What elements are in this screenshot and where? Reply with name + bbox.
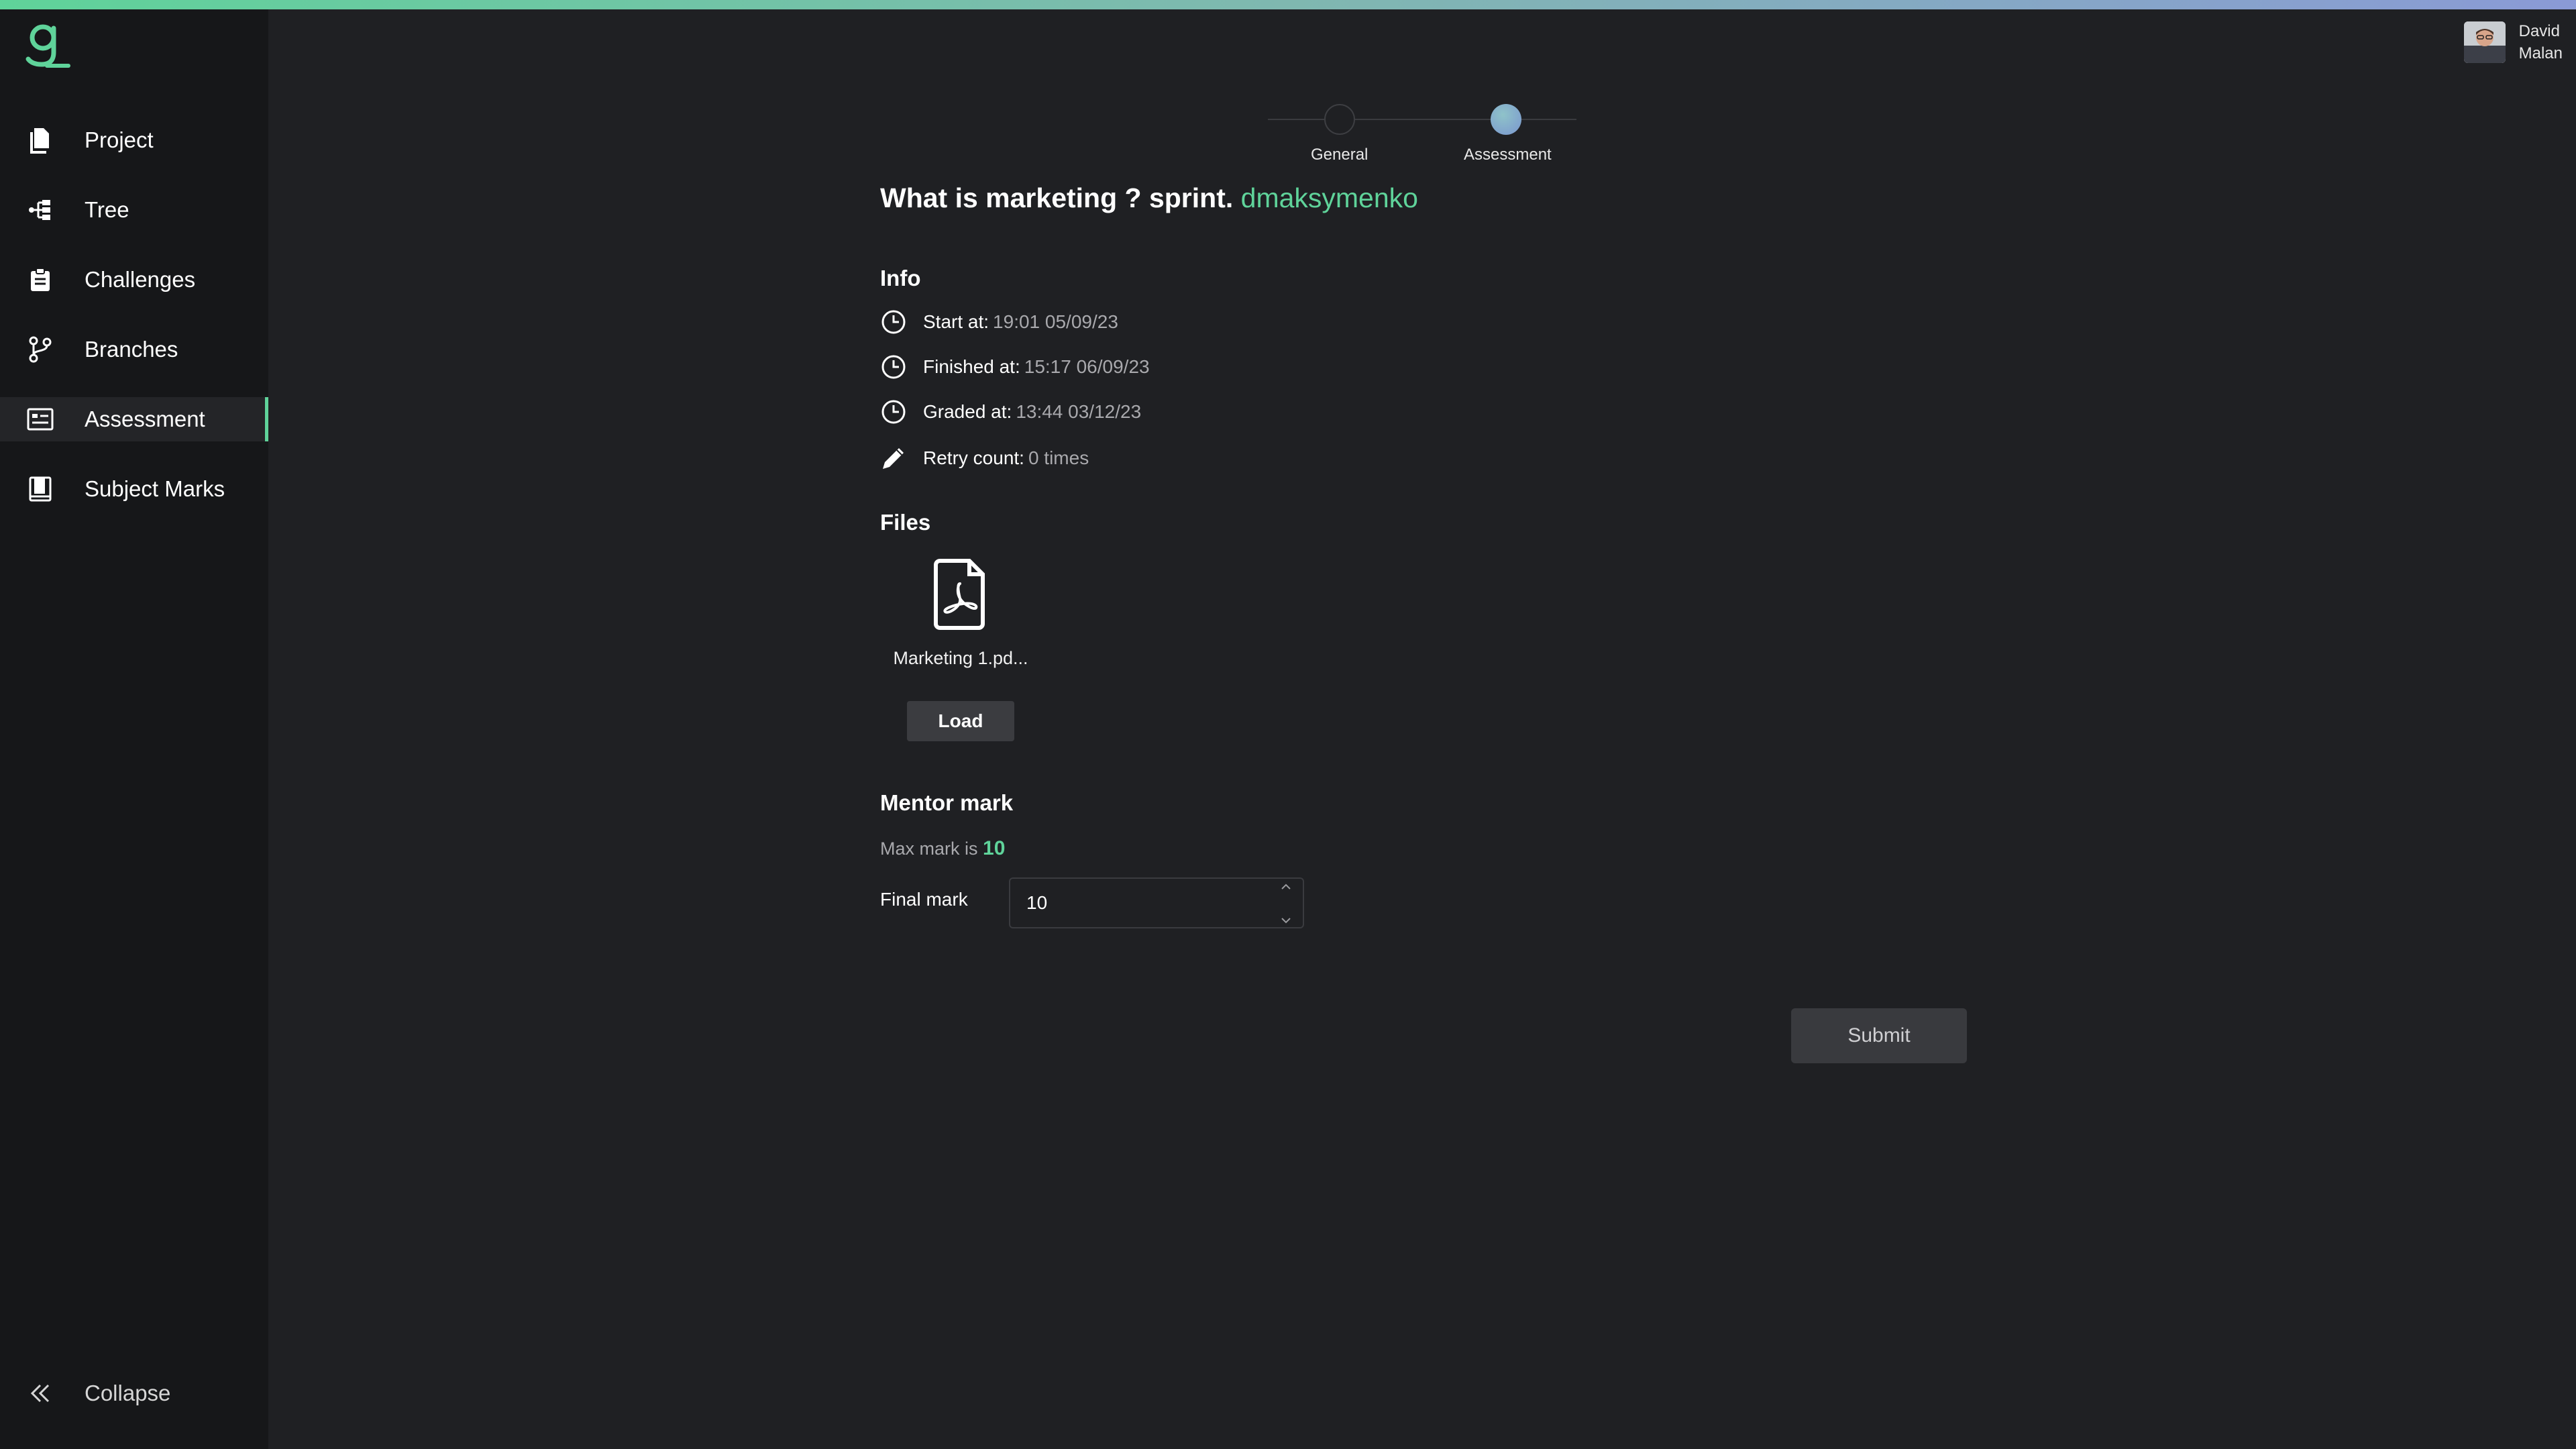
sidebar-item-label: Branches [85,337,178,362]
sidebar-item-label: Assessment [85,407,205,431]
user-last-name: Malan [2518,44,2563,62]
collapse-button[interactable]: Collapse [0,1371,268,1415]
final-mark-input[interactable] [1026,892,1268,914]
step-connector [1355,119,1491,120]
final-mark-stepper[interactable] [1009,877,1304,928]
finished-label: Finished at: [923,356,1020,377]
double-chevron-left-icon [24,1377,56,1409]
start-label: Start at: [923,311,989,332]
retry-label: Retry count: [923,447,1024,468]
sidebar-item-branches[interactable]: Branches [0,327,268,372]
top-accent-bar [0,0,2576,9]
retry-value: 0 times [1028,447,1089,468]
pencil-icon [880,445,907,472]
sidebar-item-challenges[interactable]: Challenges [0,258,268,302]
final-mark-label: Final mark [880,889,968,910]
info-graded-row: Graded at: 13:44 03/12/23 [880,398,1141,425]
sidebar-item-tree[interactable]: Tree [0,188,268,232]
step-connector [1521,119,1576,120]
clock-icon [880,398,907,425]
sidebar-item-label: Tree [85,197,129,222]
info-finished-row: Finished at: 15:17 06/09/23 [880,354,1150,380]
number-spinner[interactable] [1277,883,1295,924]
assessment-icon [24,403,56,435]
sidebar-item-label: Subject Marks [85,476,225,501]
progress-stepper: General Assessment [1268,104,1576,171]
max-mark-prefix: Max mark is [880,839,978,859]
user-menu[interactable]: David Malan [2463,20,2563,64]
tree-icon [24,194,56,226]
step-general-label: General [1311,146,1368,164]
files-heading: Files [880,510,931,535]
info-start-row: Start at: 19:01 05/09/23 [880,309,1118,335]
page-title: What is marketing ? sprint. dmaksymenko [880,182,1418,214]
documents-icon [24,124,56,156]
clipboard-icon [24,264,56,296]
info-retry-row: Retry count: 0 times [880,445,1089,472]
pdf-file-icon [930,557,991,631]
user-first-name: David [2518,22,2560,40]
sidebar-item-assessment[interactable]: Assessment [0,397,268,441]
start-value: 19:01 05/09/23 [993,311,1118,332]
git-branch-icon [24,333,56,366]
graded-value: 13:44 03/12/23 [1016,401,1142,422]
g-logo-icon[interactable] [20,19,74,72]
student-username[interactable]: dmaksymenko [1241,182,1418,213]
step-connector [1268,119,1324,120]
sidebar-item-label: Challenges [85,267,196,292]
max-mark-value: 10 [983,837,1006,859]
chevron-down-icon[interactable] [1280,916,1292,924]
sidebar-item-subject-marks[interactable]: Subject Marks [0,467,268,511]
sidebar-item-project[interactable]: Project [0,118,268,162]
file-name: Marketing 1.pd... [893,648,1028,668]
max-mark-text: Max mark is 10 [880,837,1005,860]
page-title-text: What is marketing ? sprint. [880,182,1234,213]
clock-icon [880,309,907,335]
sidebar-item-label: Project [85,127,154,152]
avatar [2463,21,2506,63]
step-assessment-label: Assessment [1464,146,1552,164]
file-item[interactable]: Marketing 1.pd... [880,557,1041,669]
collapse-label: Collapse [85,1381,171,1405]
graded-label: Graded at: [923,401,1012,422]
step-assessment-dot[interactable] [1491,104,1521,135]
submit-button[interactable]: Submit [1791,1008,1967,1063]
sidebar: Project Tree Challenges Branches Assessm… [0,9,268,1449]
clock-icon [880,354,907,380]
info-heading: Info [880,266,921,290]
finished-value: 15:17 06/09/23 [1024,356,1150,377]
load-file-button[interactable]: Load [907,701,1014,741]
chevron-up-icon[interactable] [1280,883,1292,891]
mentor-mark-heading: Mentor mark [880,790,1014,815]
step-general-dot[interactable] [1324,104,1355,135]
book-icon [24,473,56,505]
